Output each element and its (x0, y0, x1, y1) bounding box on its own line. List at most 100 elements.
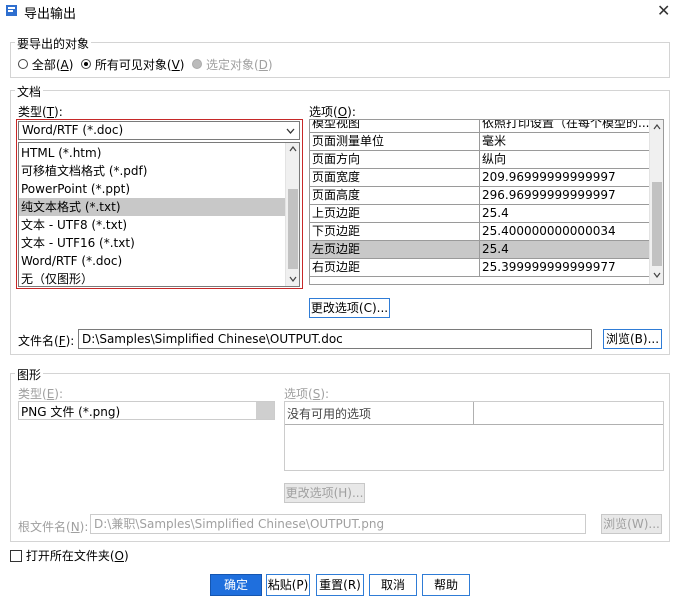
document-type-label-text: 类型( (18, 105, 47, 119)
list-item[interactable]: Word/RTF (*.doc) (19, 252, 285, 270)
table-row[interactable]: 上页边距 25.4 (310, 204, 650, 223)
scroll-down-arrow-icon[interactable] (653, 272, 661, 278)
paste-button[interactable]: 粘贴(P) (266, 574, 310, 596)
list-item-selected[interactable]: 纯文本格式 (*.txt) (19, 198, 285, 216)
scroll-down-arrow-icon[interactable] (289, 276, 297, 282)
radio-visible-dot[interactable] (81, 59, 92, 69)
close-icon[interactable]: ✕ (657, 1, 670, 20)
option-value[interactable]: 25.4 (479, 240, 650, 259)
table-row[interactable]: 页面宽度 209.96999999999997 (310, 168, 650, 187)
root-file-label: 根文件名(N): (18, 518, 88, 535)
option-value[interactable]: 25.399999999999977 (479, 258, 650, 277)
document-browse-button[interactable]: 浏览(B)... (603, 329, 662, 349)
open-folder-option[interactable]: 打开所在文件夹(O) (10, 547, 129, 564)
radio-selected-key: D (258, 58, 268, 72)
option-value[interactable]: 依照打印设置（在每个模型的... (479, 120, 650, 133)
option-value[interactable]: 毫米 (479, 132, 650, 151)
ok-button[interactable]: 确定 (210, 574, 262, 596)
graphics-legend: 图形 (15, 366, 44, 383)
option-name: 页面测量单位 (310, 132, 480, 151)
option-name: 页面方向 (310, 150, 480, 169)
list-item[interactable]: 无（仅图形） (19, 270, 285, 286)
graphics-type-dropdown-button[interactable] (256, 402, 274, 419)
document-options-label: 选项(O): (309, 103, 356, 120)
radio-selected[interactable]: 选定对象(D) (192, 58, 273, 72)
option-value[interactable]: 25.4 (479, 204, 650, 223)
list-item[interactable]: 文本 - UTF8 (*.txt) (19, 216, 285, 234)
help-button[interactable]: 帮助 (422, 574, 470, 596)
grid-divider (473, 402, 474, 424)
radio-all-dot[interactable] (18, 59, 28, 69)
document-options-label-text: 选项( (309, 105, 338, 119)
file-name-label-suffix: ): (65, 334, 75, 348)
radio-selected-label: 选定对象( (205, 58, 259, 72)
cancel-button[interactable]: 取消 (369, 574, 417, 596)
file-name-label: 文件名(F): (18, 332, 74, 349)
graphics-options-label: 选项(S): (284, 385, 329, 402)
document-type-select[interactable]: Word/RTF (*.doc) (18, 121, 300, 140)
table-row[interactable]: 页面测量单位 毫米 (310, 132, 650, 151)
open-folder-checkbox[interactable] (10, 550, 22, 562)
scrollbar-thumb[interactable] (652, 182, 662, 266)
scroll-up-arrow-icon[interactable] (653, 124, 661, 130)
table-row[interactable]: 页面方向 纵向 (310, 150, 650, 169)
radio-all[interactable]: 全部(A) (18, 58, 73, 72)
radio-visible-label: 所有可见对象( (94, 58, 172, 72)
type-list-scrollbar[interactable] (285, 143, 299, 286)
document-options-grid[interactable]: 模型视图 依照打印设置（在每个模型的... 页面测量单位 毫米 页面方向 纵向 页面宽… (309, 119, 664, 285)
radio-selected-suffix: ) (267, 58, 273, 72)
graphics-type-label-text: 类型( (18, 387, 47, 401)
open-folder-suffix: ) (123, 549, 129, 563)
graphics-change-options-button[interactable]: 更改选项(H)... (284, 483, 365, 503)
open-folder-key: O (114, 549, 124, 563)
list-item[interactable]: 文本 - UTF16 (*.txt) (19, 234, 285, 252)
table-row-selected[interactable]: 左页边距 25.4 (310, 240, 650, 259)
table-row[interactable]: 模型视图 依照打印设置（在每个模型的... (310, 120, 650, 133)
table-row[interactable]: 页面高度 296.96999999999997 (310, 186, 650, 205)
document-legend: 文档 (15, 83, 44, 100)
table-row[interactable]: 右页边距 25.399999999999977 (310, 258, 650, 277)
radio-visible-suffix: ) (179, 58, 185, 72)
export-window-icon (6, 5, 17, 16)
option-name: 模型视图 (310, 120, 480, 133)
radio-all-label: 全部( (31, 58, 61, 72)
list-item[interactable]: 可移植文档格式 (*.pdf) (19, 162, 285, 180)
radio-visible[interactable]: 所有可见对象(V) (81, 58, 184, 72)
graphics-type-select[interactable]: PNG 文件 (*.png) (18, 401, 275, 420)
graphics-type-value: PNG 文件 (*.png) (21, 405, 121, 419)
chevron-down-icon[interactable] (286, 127, 295, 135)
option-value[interactable]: 209.96999999999997 (479, 168, 650, 187)
reset-button[interactable]: 重置(R) (316, 574, 364, 596)
option-value[interactable]: 296.96999999999997 (479, 186, 650, 205)
root-file-input[interactable]: D:\兼职\Samples\Simplified Chinese\OUTPUT.… (90, 514, 586, 534)
list-item[interactable]: HTML (*.htm) (19, 144, 285, 162)
export-objects-options: 全部(A) 所有可见对象(V) 选定对象(D) (18, 56, 273, 73)
option-name: 页面宽度 (310, 168, 480, 187)
document-type-label-key: T (46, 105, 55, 119)
scroll-up-arrow-icon[interactable] (289, 146, 297, 152)
option-name: 右页边距 (310, 258, 480, 277)
graphics-options-empty-text: 没有可用的选项 (287, 407, 372, 421)
document-type-value: Word/RTF (*.doc) (22, 123, 124, 137)
radio-visible-key: V (171, 58, 180, 72)
file-name-input[interactable]: D:\Samples\Simplified Chinese\OUTPUT.doc (78, 329, 592, 349)
document-type-options: HTML (*.htm) 可移植文档格式 (*.pdf) PowerPoint … (19, 144, 285, 286)
root-file-label-text: 根文件名( (18, 520, 71, 534)
options-grid-scrollbar[interactable] (649, 120, 663, 284)
list-item[interactable]: PowerPoint (*.ppt) (19, 180, 285, 198)
option-value[interactable]: 25.400000000000034 (479, 222, 650, 241)
radio-selected-dot[interactable] (192, 59, 203, 69)
graphics-options-label-text: 选项( (284, 387, 313, 401)
graphics-browse-button[interactable]: 浏览(W)... (601, 514, 662, 534)
document-options-label-suffix: ): (347, 105, 356, 119)
window-title: 导出输出 (24, 7, 77, 22)
graphics-type-label: 类型(E): (18, 385, 63, 402)
document-change-options-button[interactable]: 更改选项(C)... (309, 298, 390, 318)
option-name: 下页边距 (310, 222, 480, 241)
graphics-options-grid: 没有可用的选项 (284, 401, 664, 471)
table-row[interactable]: 下页边距 25.400000000000034 (310, 222, 650, 241)
option-value[interactable]: 纵向 (479, 150, 650, 169)
scrollbar-thumb[interactable] (288, 189, 298, 269)
open-folder-label: 打开所在文件夹( (25, 549, 115, 563)
document-type-dropdown-list[interactable]: HTML (*.htm) 可移植文档格式 (*.pdf) PowerPoint … (18, 142, 300, 287)
